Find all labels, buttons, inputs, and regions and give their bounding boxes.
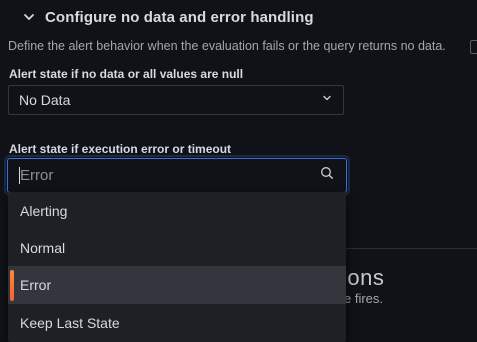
exec-error-select[interactable]: [7, 158, 347, 193]
chevron-down-icon: [22, 10, 36, 24]
exec-error-options-menu: Alerting Normal Error Keep Last State: [8, 192, 346, 342]
no-data-label: Alert state if no data or all values are…: [9, 67, 244, 81]
option-label: Error: [20, 277, 52, 293]
selected-indicator: [10, 270, 14, 301]
background-divider: [346, 248, 477, 249]
option-keep-last-state[interactable]: Keep Last State: [8, 304, 346, 342]
option-label: Keep Last State: [20, 315, 120, 331]
option-normal[interactable]: Normal: [8, 229, 346, 267]
option-error[interactable]: Error: [8, 266, 346, 304]
option-alerting[interactable]: Alerting: [8, 192, 346, 230]
background-heading: ions: [342, 265, 385, 290]
option-label: Normal: [20, 240, 66, 256]
exec-error-label: Alert state if execution error or timeou…: [9, 142, 232, 156]
no-data-select[interactable]: No Data: [8, 85, 344, 115]
background-subtext: e fires.: [344, 291, 384, 306]
background-field-edge: [470, 40, 477, 56]
option-label: Alerting: [20, 203, 68, 219]
section-toggle[interactable]: Configure no data and error handling: [22, 6, 314, 28]
exec-error-search-input[interactable]: [18, 166, 320, 185]
section-title: Configure no data and error handling: [45, 8, 314, 26]
section-description: Define the alert behavior when the evalu…: [8, 39, 446, 53]
search-icon: [320, 166, 334, 185]
no-data-value: No Data: [19, 92, 71, 108]
chevron-down-icon: [321, 91, 333, 109]
text-caret: [19, 167, 20, 184]
